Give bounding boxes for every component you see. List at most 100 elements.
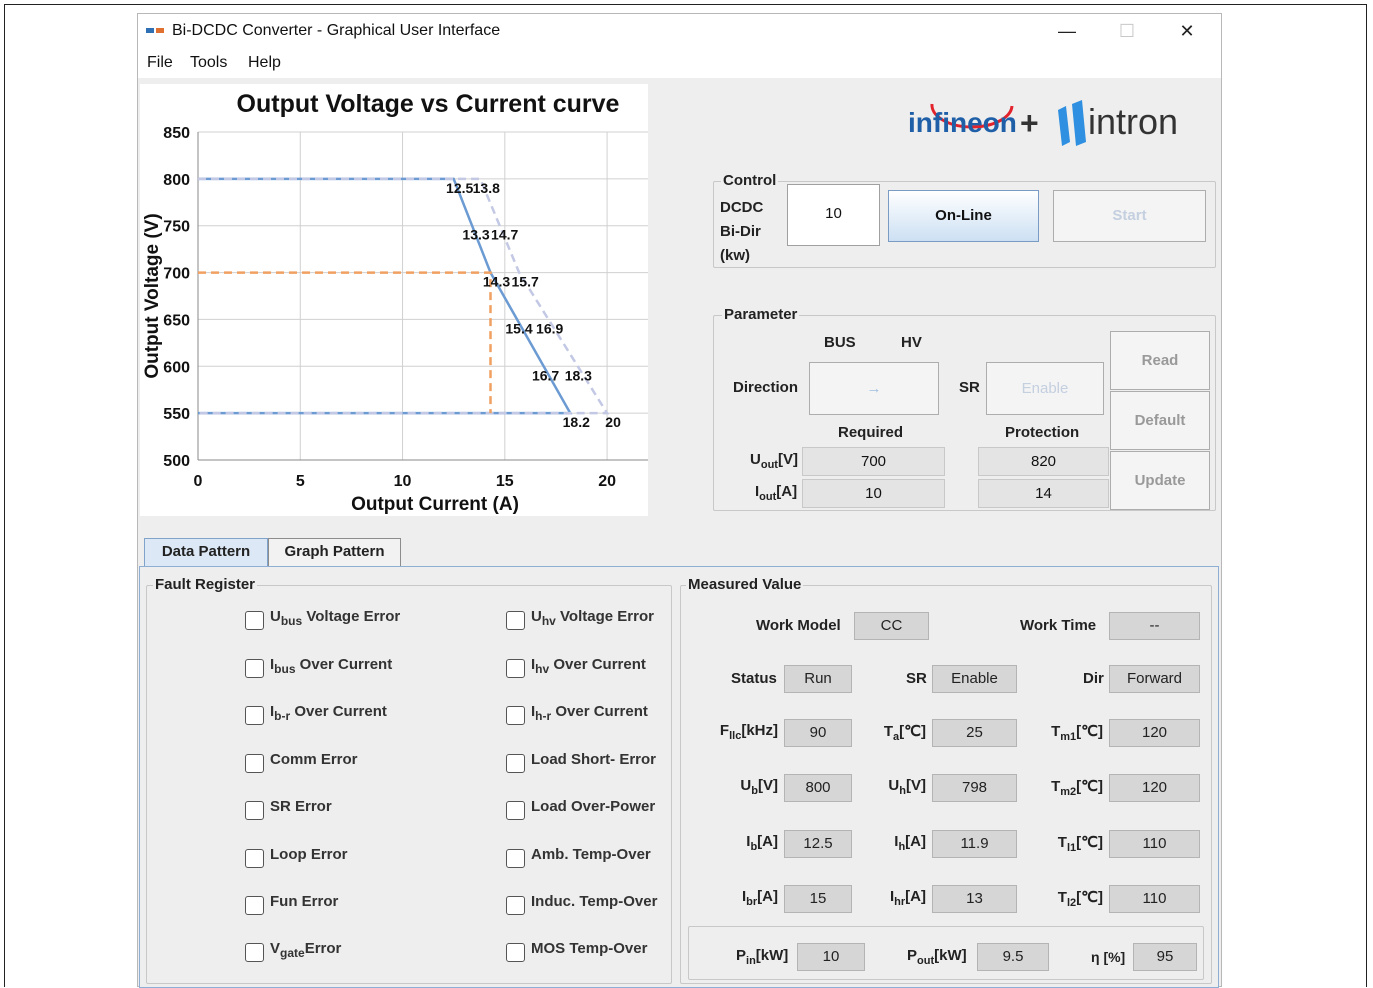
y-tick-label: 650 xyxy=(163,312,190,329)
measured-label: Tm2[℃] xyxy=(1051,778,1103,798)
fault-checkbox[interactable] xyxy=(245,849,264,868)
uout-protection-field[interactable]: 820 xyxy=(978,447,1109,476)
bidir-label: Bi-Dir xyxy=(720,223,761,240)
y-axis-label: Output Voltage (V) xyxy=(142,213,163,378)
fault-register-group xyxy=(146,585,672,984)
fault-checkbox[interactable] xyxy=(506,849,525,868)
work-model-label: Work Model xyxy=(756,617,841,634)
measured-value: 110 xyxy=(1109,885,1200,913)
fault-label: MOS Temp-Over xyxy=(531,940,648,957)
data-label: 18.3 xyxy=(565,367,592,383)
fault-label: Fun Error xyxy=(270,893,339,910)
measured-value: 798 xyxy=(932,774,1017,802)
default-button[interactable]: Default xyxy=(1110,391,1210,450)
fault-checkbox[interactable] xyxy=(506,943,525,962)
fault-checkbox[interactable] xyxy=(245,943,264,962)
title-bar: Bi-DCDC Converter - Graphical User Inter… xyxy=(138,14,1221,48)
x-tick-label: 5 xyxy=(296,473,305,490)
fault-checkbox[interactable] xyxy=(506,611,525,630)
menu-file[interactable]: File xyxy=(147,54,173,72)
fault-label: Ibus Over Current xyxy=(270,656,393,676)
fault-label: Amb. Temp-Over xyxy=(531,846,651,863)
pout-label: Pout[kW] xyxy=(907,947,967,967)
fault-checkbox[interactable] xyxy=(506,801,525,820)
fault-label: Loop Error xyxy=(270,846,348,863)
fault-checkbox[interactable] xyxy=(506,896,525,915)
fault-checkbox[interactable] xyxy=(506,659,525,678)
x-tick-label: 20 xyxy=(598,473,616,490)
measured-label: Tm1[℃] xyxy=(1051,723,1103,743)
eta-value: 95 xyxy=(1133,943,1197,971)
data-label: 12.5 xyxy=(446,180,473,196)
read-button[interactable]: Read xyxy=(1110,331,1210,390)
minimize-button[interactable]: — xyxy=(1044,18,1090,44)
status-value: Run xyxy=(784,665,852,693)
fault-checkbox[interactable] xyxy=(245,801,264,820)
measured-sr-label: SR xyxy=(906,670,927,687)
fault-label: Ih-r Over Current xyxy=(531,703,648,723)
iout-protection-field[interactable]: 14 xyxy=(978,479,1109,508)
start-button[interactable]: Start xyxy=(1053,190,1206,242)
tab-data-pattern[interactable]: Data Pattern xyxy=(144,538,268,567)
measured-label: Ta[℃] xyxy=(883,723,926,743)
menu-help[interactable]: Help xyxy=(248,54,281,72)
measured-label: Tl2[℃] xyxy=(1057,889,1103,909)
chart-svg: 500 550 600 650 700 750 800 850 0 5 10 15 20 12.5 13.8… xyxy=(142,90,648,515)
x-tick-label: 10 xyxy=(394,473,412,490)
dcdc-label: DCDC xyxy=(720,199,764,216)
pin-value: 10 xyxy=(797,943,865,971)
eta-label: η [%] xyxy=(1091,949,1126,965)
close-button[interactable]: ✕ xyxy=(1164,18,1210,44)
hv-label: HV xyxy=(901,334,922,351)
sr-enable-button[interactable]: Enable xyxy=(986,362,1104,415)
measured-label: Ub[V] xyxy=(740,777,778,797)
measured-value: 13 xyxy=(932,885,1017,913)
data-label: 14.7 xyxy=(491,227,518,243)
measured-value: 12.5 xyxy=(784,830,852,858)
series-line xyxy=(198,177,573,415)
uout-label: Uout[V] xyxy=(750,451,798,471)
fault-checkbox[interactable] xyxy=(245,611,264,630)
data-label: 14.3 xyxy=(483,274,510,290)
power-input[interactable]: 10 xyxy=(787,184,880,246)
maximize-button[interactable]: ☐ xyxy=(1104,18,1150,44)
sr-label: SR xyxy=(959,379,980,396)
y-tick-label: 750 xyxy=(163,219,190,236)
kw-label: (kw) xyxy=(720,247,750,264)
uout-required-field[interactable]: 700 xyxy=(802,447,945,476)
iout-required-field[interactable]: 10 xyxy=(802,479,945,508)
logo-area: infineon + intron xyxy=(892,92,1222,152)
fault-checkbox[interactable] xyxy=(245,754,264,773)
x-tick-label: 0 xyxy=(194,473,203,490)
fault-label: Load Short- Error xyxy=(531,751,657,768)
series-line xyxy=(198,271,492,414)
data-label: 15.4 xyxy=(505,320,532,336)
menu-bar: File Tools Help xyxy=(138,48,1221,78)
fault-label: Comm Error xyxy=(270,751,358,768)
required-label: Required xyxy=(838,424,904,441)
direction-toggle[interactable]: → xyxy=(809,362,939,415)
fault-checkbox[interactable] xyxy=(245,659,264,678)
fault-checkbox[interactable] xyxy=(506,706,525,725)
y-tick-label: 600 xyxy=(163,359,190,376)
menu-tools[interactable]: Tools xyxy=(190,54,227,72)
fault-label: Ubus Voltage Error xyxy=(270,608,401,628)
fault-label: Induc. Temp-Over xyxy=(531,893,658,910)
data-label: 16.9 xyxy=(536,320,563,336)
measured-value: 11.9 xyxy=(932,830,1017,858)
protection-label: Protection xyxy=(1005,424,1080,441)
data-label: 18.2 xyxy=(563,414,590,430)
fault-checkbox[interactable] xyxy=(245,706,264,725)
fault-label: VgateError xyxy=(270,940,342,960)
tab-graph-pattern[interactable]: Graph Pattern xyxy=(268,538,401,567)
fault-checkbox[interactable] xyxy=(245,896,264,915)
fault-checkbox[interactable] xyxy=(506,754,525,773)
work-time-label: Work Time xyxy=(1020,617,1097,634)
y-tick-label: 550 xyxy=(163,406,190,423)
update-button[interactable]: Update xyxy=(1110,451,1210,510)
online-button[interactable]: On-Line xyxy=(888,190,1039,242)
measured-value: 25 xyxy=(932,719,1017,747)
svg-text:intron: intron xyxy=(1088,101,1178,142)
x-axis-label: Output Current (A) xyxy=(351,494,519,515)
fault-register-label: Fault Register xyxy=(153,576,258,593)
